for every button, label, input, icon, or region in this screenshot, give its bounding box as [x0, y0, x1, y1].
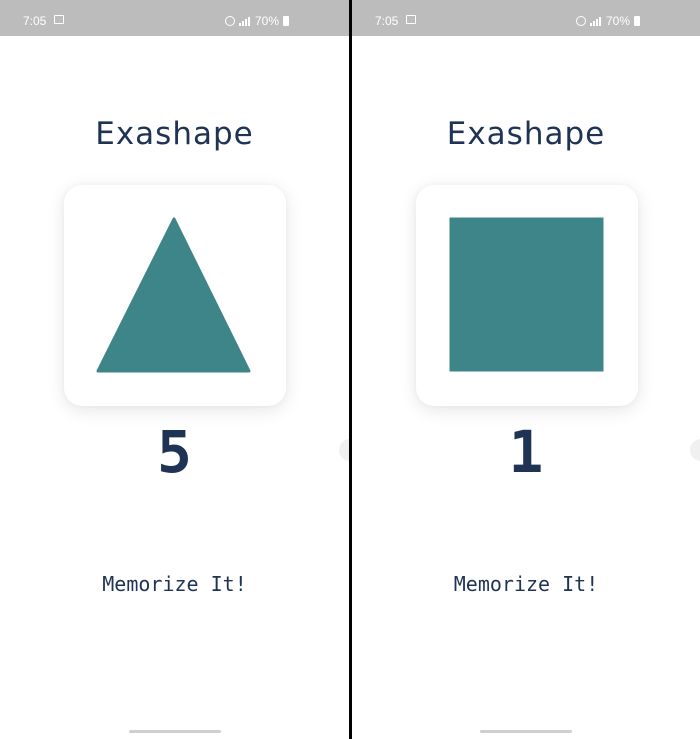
battery-icon [283, 16, 289, 26]
phone-screen-left: 7:05 70% Exashape 5 Memorize It! [0, 0, 349, 739]
status-indicators: 70% [224, 14, 289, 28]
gallery-icon [54, 15, 64, 24]
app-title: Exashape [95, 116, 254, 152]
nav-handle[interactable] [480, 730, 572, 733]
shape-card[interactable] [64, 185, 286, 406]
shape-canvas [449, 217, 604, 372]
square-shape [449, 217, 604, 372]
signal-icon [589, 16, 602, 26]
shape-number: 1 [508, 418, 544, 486]
signal-icon [238, 16, 251, 26]
battery-icon [634, 16, 640, 26]
shape-canvas [96, 217, 251, 373]
status-indicators: 70% [575, 14, 640, 28]
status-time: 7:05 [23, 14, 47, 28]
shape-number: 5 [157, 418, 192, 486]
status-time: 7:05 [375, 14, 399, 28]
battery-percent: 70% [254, 14, 279, 28]
shape-card[interactable] [416, 185, 638, 406]
alarm-icon [224, 16, 235, 26]
memorize-button[interactable]: Memorize It! [0, 572, 349, 596]
triangle-shape [96, 217, 251, 373]
gallery-icon [406, 15, 416, 24]
phone-screen-right: 7:05 70% Exashape 1 Memorize It! [352, 0, 700, 739]
nav-handle[interactable] [128, 730, 221, 733]
memorize-button[interactable]: Memorize It! [352, 572, 700, 596]
alarm-icon [575, 16, 586, 26]
app-title: Exashape [446, 116, 606, 152]
battery-percent: 70% [605, 14, 630, 28]
status-bar: 7:05 70% [0, 0, 349, 36]
status-bar: 7:05 70% [352, 0, 700, 36]
